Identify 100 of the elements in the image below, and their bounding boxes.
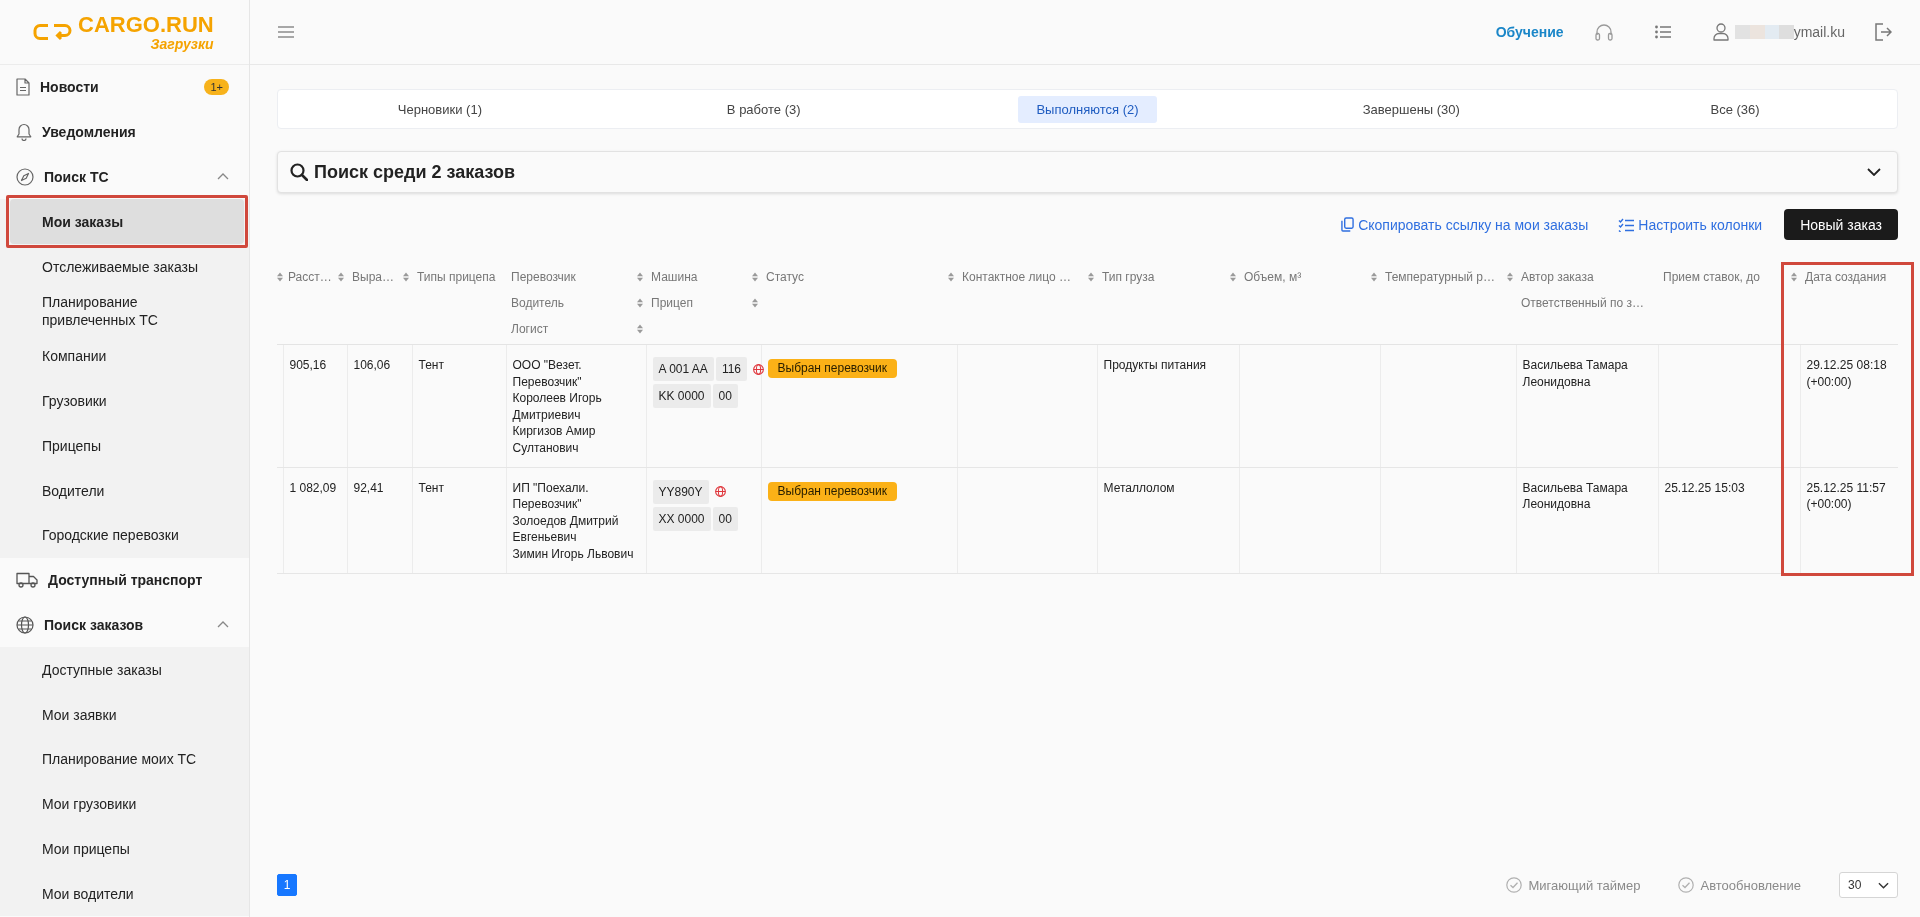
- search-icon: [290, 163, 308, 181]
- user-icon[interactable]: [1712, 23, 1729, 41]
- cell-text: 25.12.25 15:03: [1664, 479, 1746, 497]
- column-header: Автор заказа: [1521, 270, 1594, 284]
- column-header: Водитель: [511, 296, 564, 310]
- sort-icon[interactable]: [752, 272, 758, 282]
- sort-icon[interactable]: [1230, 272, 1236, 282]
- plate-number: A 001 AA: [652, 357, 714, 381]
- sidebar-item[interactable]: Компании: [0, 333, 249, 379]
- chevron-down-icon: [1878, 881, 1889, 889]
- logo-title: CARGO.RUN: [78, 13, 214, 36]
- sidebar-item[interactable]: Грузовики: [0, 378, 249, 424]
- page-button[interactable]: 1: [277, 874, 297, 896]
- column-header: Машина: [651, 270, 698, 284]
- page-size-select[interactable]: 30: [1839, 872, 1898, 898]
- column-header: Дата создания: [1805, 270, 1887, 284]
- sort-icon[interactable]: [1791, 272, 1797, 282]
- cell-text: Золоедов Дмитрий Евгеньевич: [512, 512, 620, 546]
- cell-text: 106,06: [353, 357, 392, 374]
- search-panel[interactable]: Поиск среди 2 заказов: [277, 151, 1898, 193]
- cell-text: ИП "Поехали. Перевозчик": [512, 479, 590, 513]
- cell-text: ООО "Везет. Перевозчик": [512, 357, 583, 391]
- sort-icon[interactable]: [277, 272, 283, 282]
- sidebar-item[interactable]: Уведомления: [0, 109, 249, 155]
- tab[interactable]: Черновики (1): [379, 95, 500, 123]
- column-header: Логист: [511, 322, 549, 336]
- tab[interactable]: Завершены (30): [1344, 95, 1478, 123]
- sidebar-item[interactable]: Мои грузовики: [0, 781, 249, 827]
- column-header: Объем, м³: [1244, 270, 1302, 284]
- copy-icon: [1341, 217, 1355, 232]
- sidebar-item[interactable]: Доступные заказы: [0, 647, 249, 693]
- toolbar-link[interactable]: Настроить колонки: [1618, 216, 1763, 233]
- action-button[interactable]: Новый заказ: [1784, 209, 1898, 240]
- cell-text: Зимин Игорь Львович: [512, 545, 635, 563]
- check-circle-icon[interactable]: [1678, 877, 1695, 893]
- column-header: Контактное лицо …: [962, 270, 1071, 284]
- bell-icon: [16, 123, 32, 142]
- sidebar-item[interactable]: Водители: [0, 468, 249, 513]
- sort-icon[interactable]: [1371, 272, 1377, 282]
- search-title: Поиск среди 2 заказов: [314, 161, 516, 183]
- plate-region: 00: [712, 384, 738, 408]
- tab[interactable]: Все (36): [1692, 95, 1778, 123]
- column-header: Ответственный по з…: [1521, 296, 1645, 310]
- cell-text: 92,41: [353, 479, 385, 497]
- column-header: Прием ставок, до: [1663, 270, 1760, 284]
- sidebar-item[interactable]: Прицепы: [0, 423, 249, 469]
- cell-text: Васильева Тамара Леонидовна: [1522, 479, 1629, 513]
- sort-icon[interactable]: [403, 272, 409, 282]
- plate-number: XX 0000: [652, 506, 711, 531]
- plate-region: 116: [715, 357, 748, 381]
- sidebar-item[interactable]: Отслеживаемые заказы: [0, 244, 249, 289]
- logo-subtitle: Загрузки: [150, 36, 214, 51]
- sort-icon[interactable]: [637, 272, 643, 282]
- cell-text: Киргизов Амир Султанович: [512, 423, 597, 457]
- sort-icon[interactable]: [637, 324, 643, 334]
- truck-icon: [16, 572, 38, 589]
- checklist-icon: [1618, 217, 1635, 232]
- header-link[interactable]: Обучение: [1495, 24, 1564, 40]
- sidebar-item[interactable]: Мои заявки: [0, 692, 249, 737]
- chevron-down-icon[interactable]: [1867, 168, 1881, 176]
- count-badge: 1+: [204, 79, 229, 96]
- column-header: Перевозчик: [511, 270, 576, 284]
- sort-icon[interactable]: [637, 298, 643, 308]
- list-icon[interactable]: [1654, 25, 1671, 39]
- sort-icon[interactable]: [752, 298, 758, 308]
- sidebar-item[interactable]: Поиск ТС: [0, 154, 249, 200]
- chevron-up-icon[interactable]: [217, 173, 229, 181]
- menu-icon[interactable]: [278, 26, 294, 38]
- column-header: Статус: [766, 270, 804, 284]
- plate-number: KK 0000: [652, 384, 711, 408]
- sidebar-item[interactable]: Мои заказы: [10, 199, 244, 245]
- sidebar-item[interactable]: Планирование привлеченных ТС: [0, 289, 249, 334]
- sort-icon[interactable]: [338, 272, 344, 282]
- check-circle-icon[interactable]: [1506, 877, 1523, 893]
- headset-icon[interactable]: [1594, 23, 1613, 41]
- chevron-up-icon[interactable]: [217, 621, 229, 629]
- logout-icon[interactable]: [1874, 23, 1892, 41]
- tab[interactable]: В работе (3): [708, 95, 819, 123]
- sidebar-item[interactable]: Планирование моих ТС: [0, 736, 249, 782]
- sidebar-item[interactable]: Мои прицепы: [0, 826, 249, 872]
- column-header: Типы прицепа: [417, 270, 496, 284]
- status-badge: Выбран перевозчик: [767, 481, 897, 501]
- sidebar-item[interactable]: Городские перевозки: [0, 512, 249, 558]
- plate-region: 00: [712, 506, 738, 531]
- sidebar-item[interactable]: Мои водители: [0, 871, 249, 917]
- tab[interactable]: Выполняются (2): [1018, 95, 1157, 123]
- column-header: Температурный р…: [1385, 270, 1495, 284]
- sidebar-item[interactable]: Поиск заказов: [0, 602, 249, 648]
- toolbar-link[interactable]: Скопировать ссылку на мои заказы: [1341, 216, 1589, 233]
- cell-text: 25.12.25 11:57: [1806, 479, 1887, 497]
- plate-number: YY890Y: [652, 479, 709, 504]
- status-badge: Выбран перевозчик: [767, 359, 897, 378]
- cell-text: 1 082,09: [289, 479, 338, 497]
- sort-icon[interactable]: [1507, 272, 1513, 282]
- cell-text: Металлолом: [1103, 479, 1176, 497]
- sidebar-item[interactable]: Доступный транспорт: [0, 557, 249, 603]
- sort-icon[interactable]: [948, 272, 954, 282]
- document-icon: [16, 78, 30, 97]
- sort-icon[interactable]: [1088, 272, 1094, 282]
- sidebar-item[interactable]: Новости 1+: [0, 65, 249, 110]
